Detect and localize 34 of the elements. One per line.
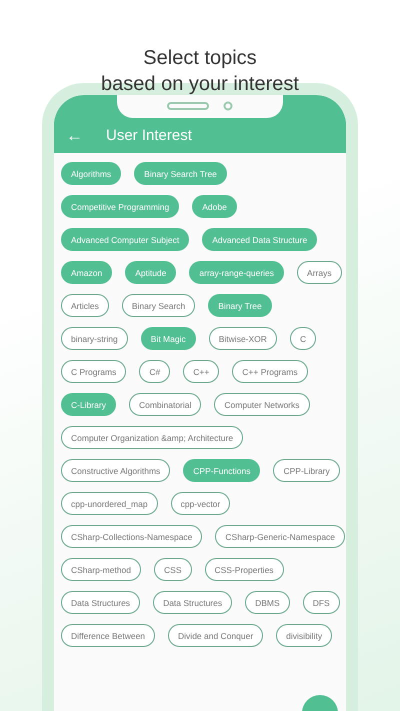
screen-title: User Interest <box>106 127 192 144</box>
topic-chip[interactable]: Arrays <box>297 261 342 284</box>
topic-chip[interactable]: Articles <box>61 294 109 317</box>
topic-chip[interactable]: CSS <box>154 558 192 581</box>
topic-chip[interactable]: Data Structures <box>153 591 232 614</box>
topic-chip[interactable]: cpp-vector <box>170 492 230 515</box>
topic-chip[interactable]: C Programs <box>61 360 126 383</box>
topic-chip[interactable]: C++ Programs <box>232 360 308 383</box>
topic-chip[interactable]: C <box>290 327 316 350</box>
headline: Select topics <box>142 46 258 71</box>
topic-chip[interactable]: Combinatorial <box>128 393 202 416</box>
topic-chip[interactable]: C# <box>139 360 170 383</box>
topic-chip[interactable]: CSharp-Generic-Namespace <box>215 525 346 548</box>
topic-chip[interactable]: Computer Organization &amp; Architecture <box>61 426 244 449</box>
topic-chip[interactable]: binary-string <box>61 327 128 350</box>
topic-chip[interactable]: Divide and Conquer <box>168 624 264 647</box>
topic-chip[interactable]: Computer Networks <box>214 393 310 416</box>
topic-chip[interactable]: C++ <box>183 360 220 383</box>
topic-chip[interactable]: Difference Between <box>61 624 156 647</box>
topic-chip[interactable]: Binary Search <box>122 294 196 317</box>
topic-chip[interactable]: CSharp-method <box>61 558 142 581</box>
topic-chip[interactable]: DFS <box>302 591 340 614</box>
topic-chip[interactable]: Constructive Algorithms <box>61 459 170 482</box>
topic-chip[interactable]: Data Structures <box>61 591 140 614</box>
speaker-icon <box>167 102 209 110</box>
headline: based on your interest <box>100 72 300 97</box>
topic-chip[interactable]: CSS-Properties <box>204 558 284 581</box>
topic-chip[interactable]: DBMS <box>245 591 290 614</box>
topic-chip[interactable]: cpp-unordered_map <box>61 492 158 515</box>
topic-chip[interactable]: Bitwise-XOR <box>208 327 277 350</box>
camera-icon <box>223 100 233 110</box>
topic-chip[interactable]: CPP-Library <box>273 459 340 482</box>
topic-chip[interactable]: CSharp-Collections-Namespace <box>61 525 202 548</box>
topic-chip[interactable]: divisibility <box>276 624 332 647</box>
